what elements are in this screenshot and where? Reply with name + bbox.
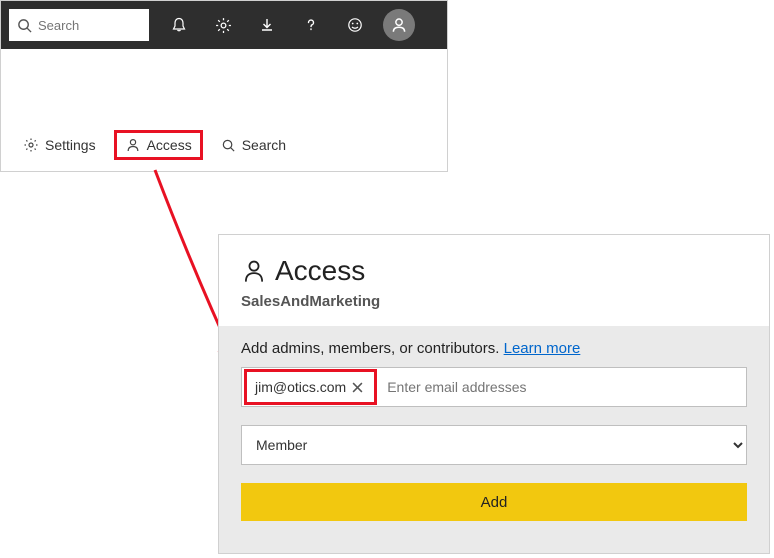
search-icon	[17, 18, 32, 33]
role-select[interactable]: Member	[241, 425, 747, 465]
tab-label: Settings	[45, 137, 96, 153]
search-input[interactable]	[38, 18, 141, 33]
gear-icon	[23, 137, 39, 153]
tab-access[interactable]: Access	[114, 130, 203, 160]
email-field-row: jim@otics.com	[241, 367, 747, 407]
access-title-row: Access	[241, 255, 747, 287]
access-header: Access SalesAndMarketing	[219, 235, 769, 326]
instruction-text: Add admins, members, or contributors. Le…	[241, 340, 747, 357]
access-panel: Access SalesAndMarketing Add admins, mem…	[218, 234, 770, 554]
search-box[interactable]	[9, 9, 149, 41]
tab-label: Search	[242, 137, 286, 153]
tab-settings[interactable]: Settings	[13, 131, 106, 159]
feedback-icon[interactable]	[333, 1, 377, 49]
email-chip: jim@otics.com	[244, 369, 377, 405]
access-title: Access	[275, 255, 365, 287]
spacer	[1, 49, 447, 119]
notifications-icon[interactable]	[157, 1, 201, 49]
toolbar-icons	[157, 1, 421, 49]
download-icon[interactable]	[245, 1, 289, 49]
chip-text: jim@otics.com	[255, 379, 346, 395]
add-button[interactable]: Add	[241, 483, 747, 521]
dark-toolbar	[1, 1, 447, 49]
access-subtitle: SalesAndMarketing	[241, 293, 747, 310]
tab-label: Access	[147, 137, 192, 153]
access-body: Add admins, members, or contributors. Le…	[219, 326, 769, 543]
tab-search[interactable]: Search	[211, 131, 296, 159]
profile-avatar[interactable]	[377, 1, 421, 49]
search-icon	[221, 138, 236, 153]
tab-row: Settings Access Search	[1, 119, 447, 171]
top-panel: Settings Access Search	[0, 0, 448, 172]
gear-icon[interactable]	[201, 1, 245, 49]
person-icon	[241, 258, 267, 284]
close-icon[interactable]	[348, 378, 366, 396]
learn-more-link[interactable]: Learn more	[504, 340, 581, 357]
email-input[interactable]	[379, 368, 746, 406]
help-icon[interactable]	[289, 1, 333, 49]
person-icon	[125, 137, 141, 153]
instruction-label: Add admins, members, or contributors.	[241, 340, 504, 357]
